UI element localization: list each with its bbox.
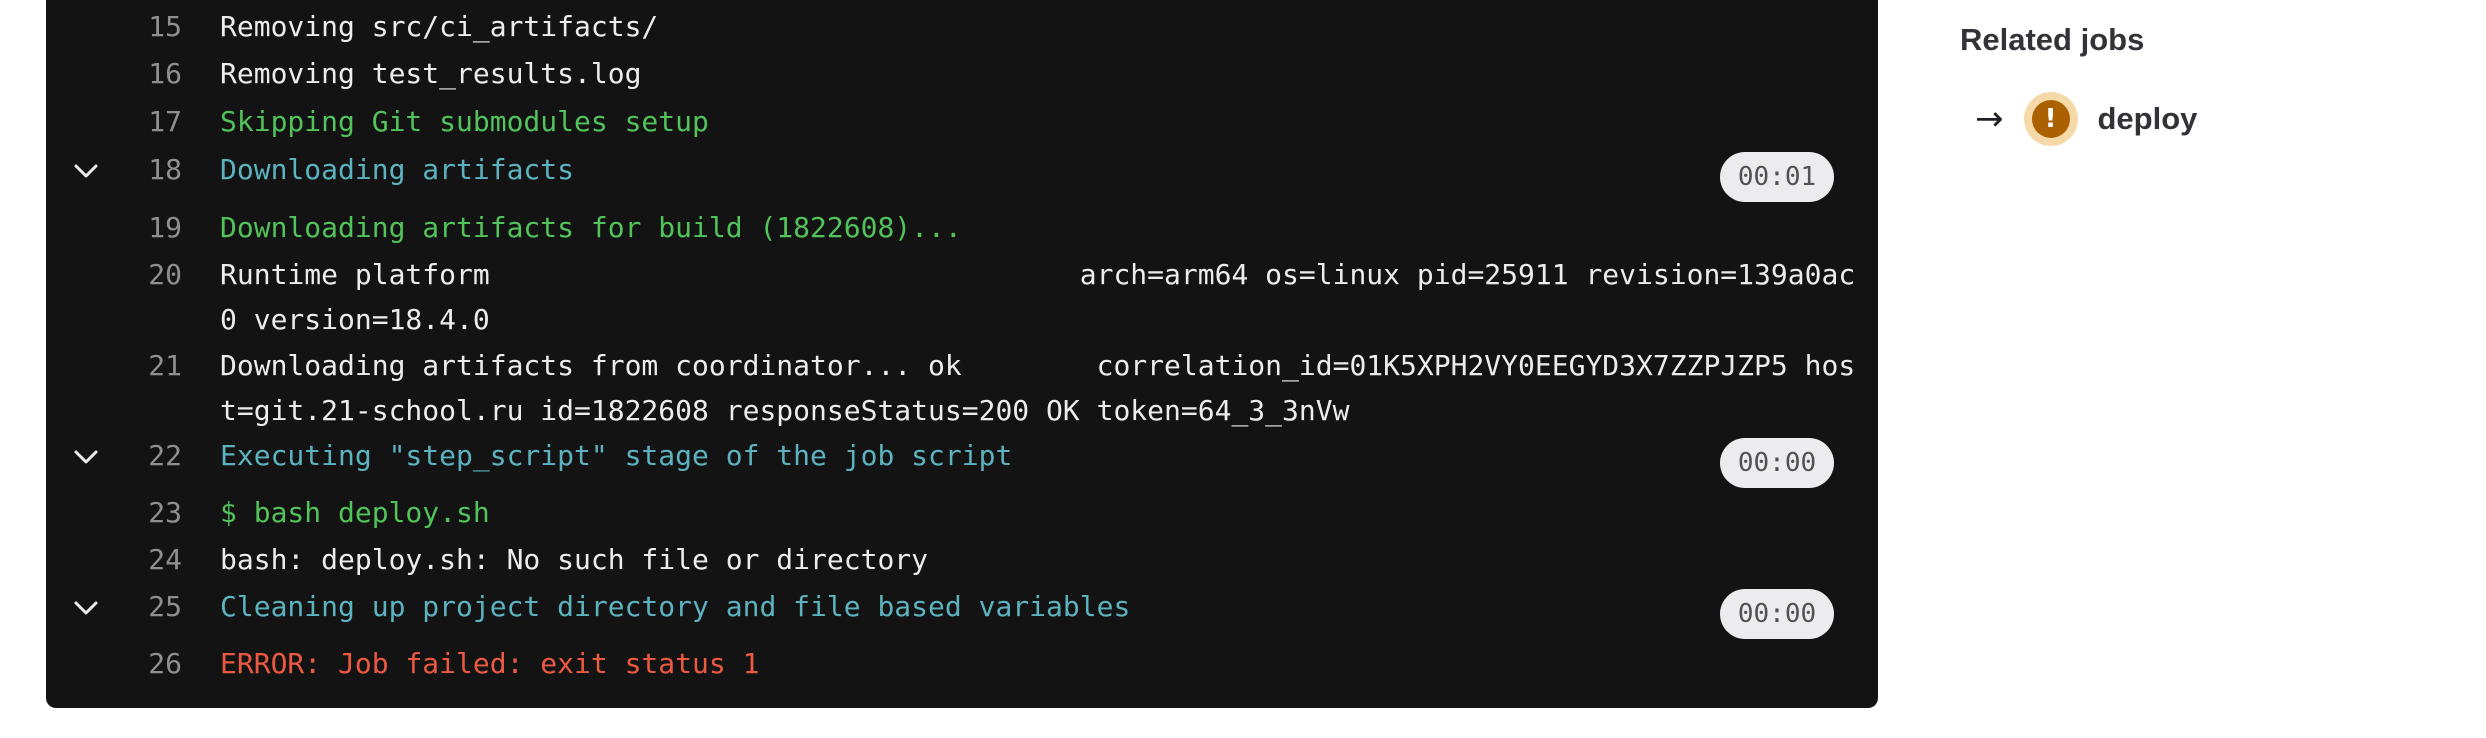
log-text: Downloading artifacts from coordinator..… bbox=[220, 349, 1856, 427]
section-duration-badge: 00:00 bbox=[1720, 589, 1834, 639]
section-title: Executing "step_script" stage of the job… bbox=[220, 439, 1013, 472]
line-number[interactable]: 18 bbox=[110, 147, 182, 192]
log-text: Downloading artifacts for build (1822608… bbox=[220, 211, 962, 244]
related-jobs-heading: Related jobs bbox=[1960, 22, 2145, 57]
line-number[interactable]: 23 bbox=[110, 490, 182, 535]
chevron-down-icon[interactable] bbox=[68, 590, 104, 626]
line-number[interactable]: 26 bbox=[110, 641, 182, 686]
line-number[interactable]: 15 bbox=[110, 4, 182, 49]
section-duration-badge: 00:00 bbox=[1720, 438, 1834, 488]
log-text: Removing test_results.log bbox=[220, 57, 642, 90]
log-text: Removing src/ci_artifacts/ bbox=[220, 10, 659, 43]
section-duration-badge: 00:01 bbox=[1720, 152, 1834, 202]
related-job-name[interactable]: deploy bbox=[2098, 101, 2198, 137]
log-text: bash: deploy.sh: No such file or directo… bbox=[220, 543, 929, 576]
arrow-right-icon: → bbox=[1975, 99, 2004, 139]
log-text: Skipping Git submodules setup bbox=[220, 105, 709, 138]
line-number[interactable]: 20 bbox=[110, 252, 182, 297]
section-title: Downloading artifacts bbox=[220, 153, 575, 186]
section-title: Cleaning up project directory and file b… bbox=[220, 590, 1131, 623]
job-log-panel: 15 Removing src/ci_artifacts/ 16 Removin… bbox=[46, 0, 1878, 708]
line-number[interactable]: 21 bbox=[110, 343, 182, 388]
line-number[interactable]: 16 bbox=[110, 51, 182, 96]
line-number[interactable]: 24 bbox=[110, 537, 182, 582]
line-number[interactable]: 17 bbox=[110, 99, 182, 144]
line-number[interactable]: 25 bbox=[110, 584, 182, 629]
line-number[interactable]: 22 bbox=[110, 433, 182, 478]
warning-status-icon: ! bbox=[2023, 92, 2078, 146]
line-number[interactable]: 19 bbox=[110, 205, 182, 250]
chevron-down-icon[interactable] bbox=[68, 153, 104, 189]
chevron-down-icon[interactable] bbox=[68, 439, 104, 475]
log-text: $ bash deploy.sh bbox=[220, 496, 490, 529]
error-text: ERROR: Job failed: exit status 1 bbox=[220, 647, 760, 680]
related-job-deploy[interactable]: → ! deploy bbox=[1975, 90, 2197, 148]
log-text: Runtime platform arch=arm64 os=linux pid… bbox=[220, 258, 1856, 336]
